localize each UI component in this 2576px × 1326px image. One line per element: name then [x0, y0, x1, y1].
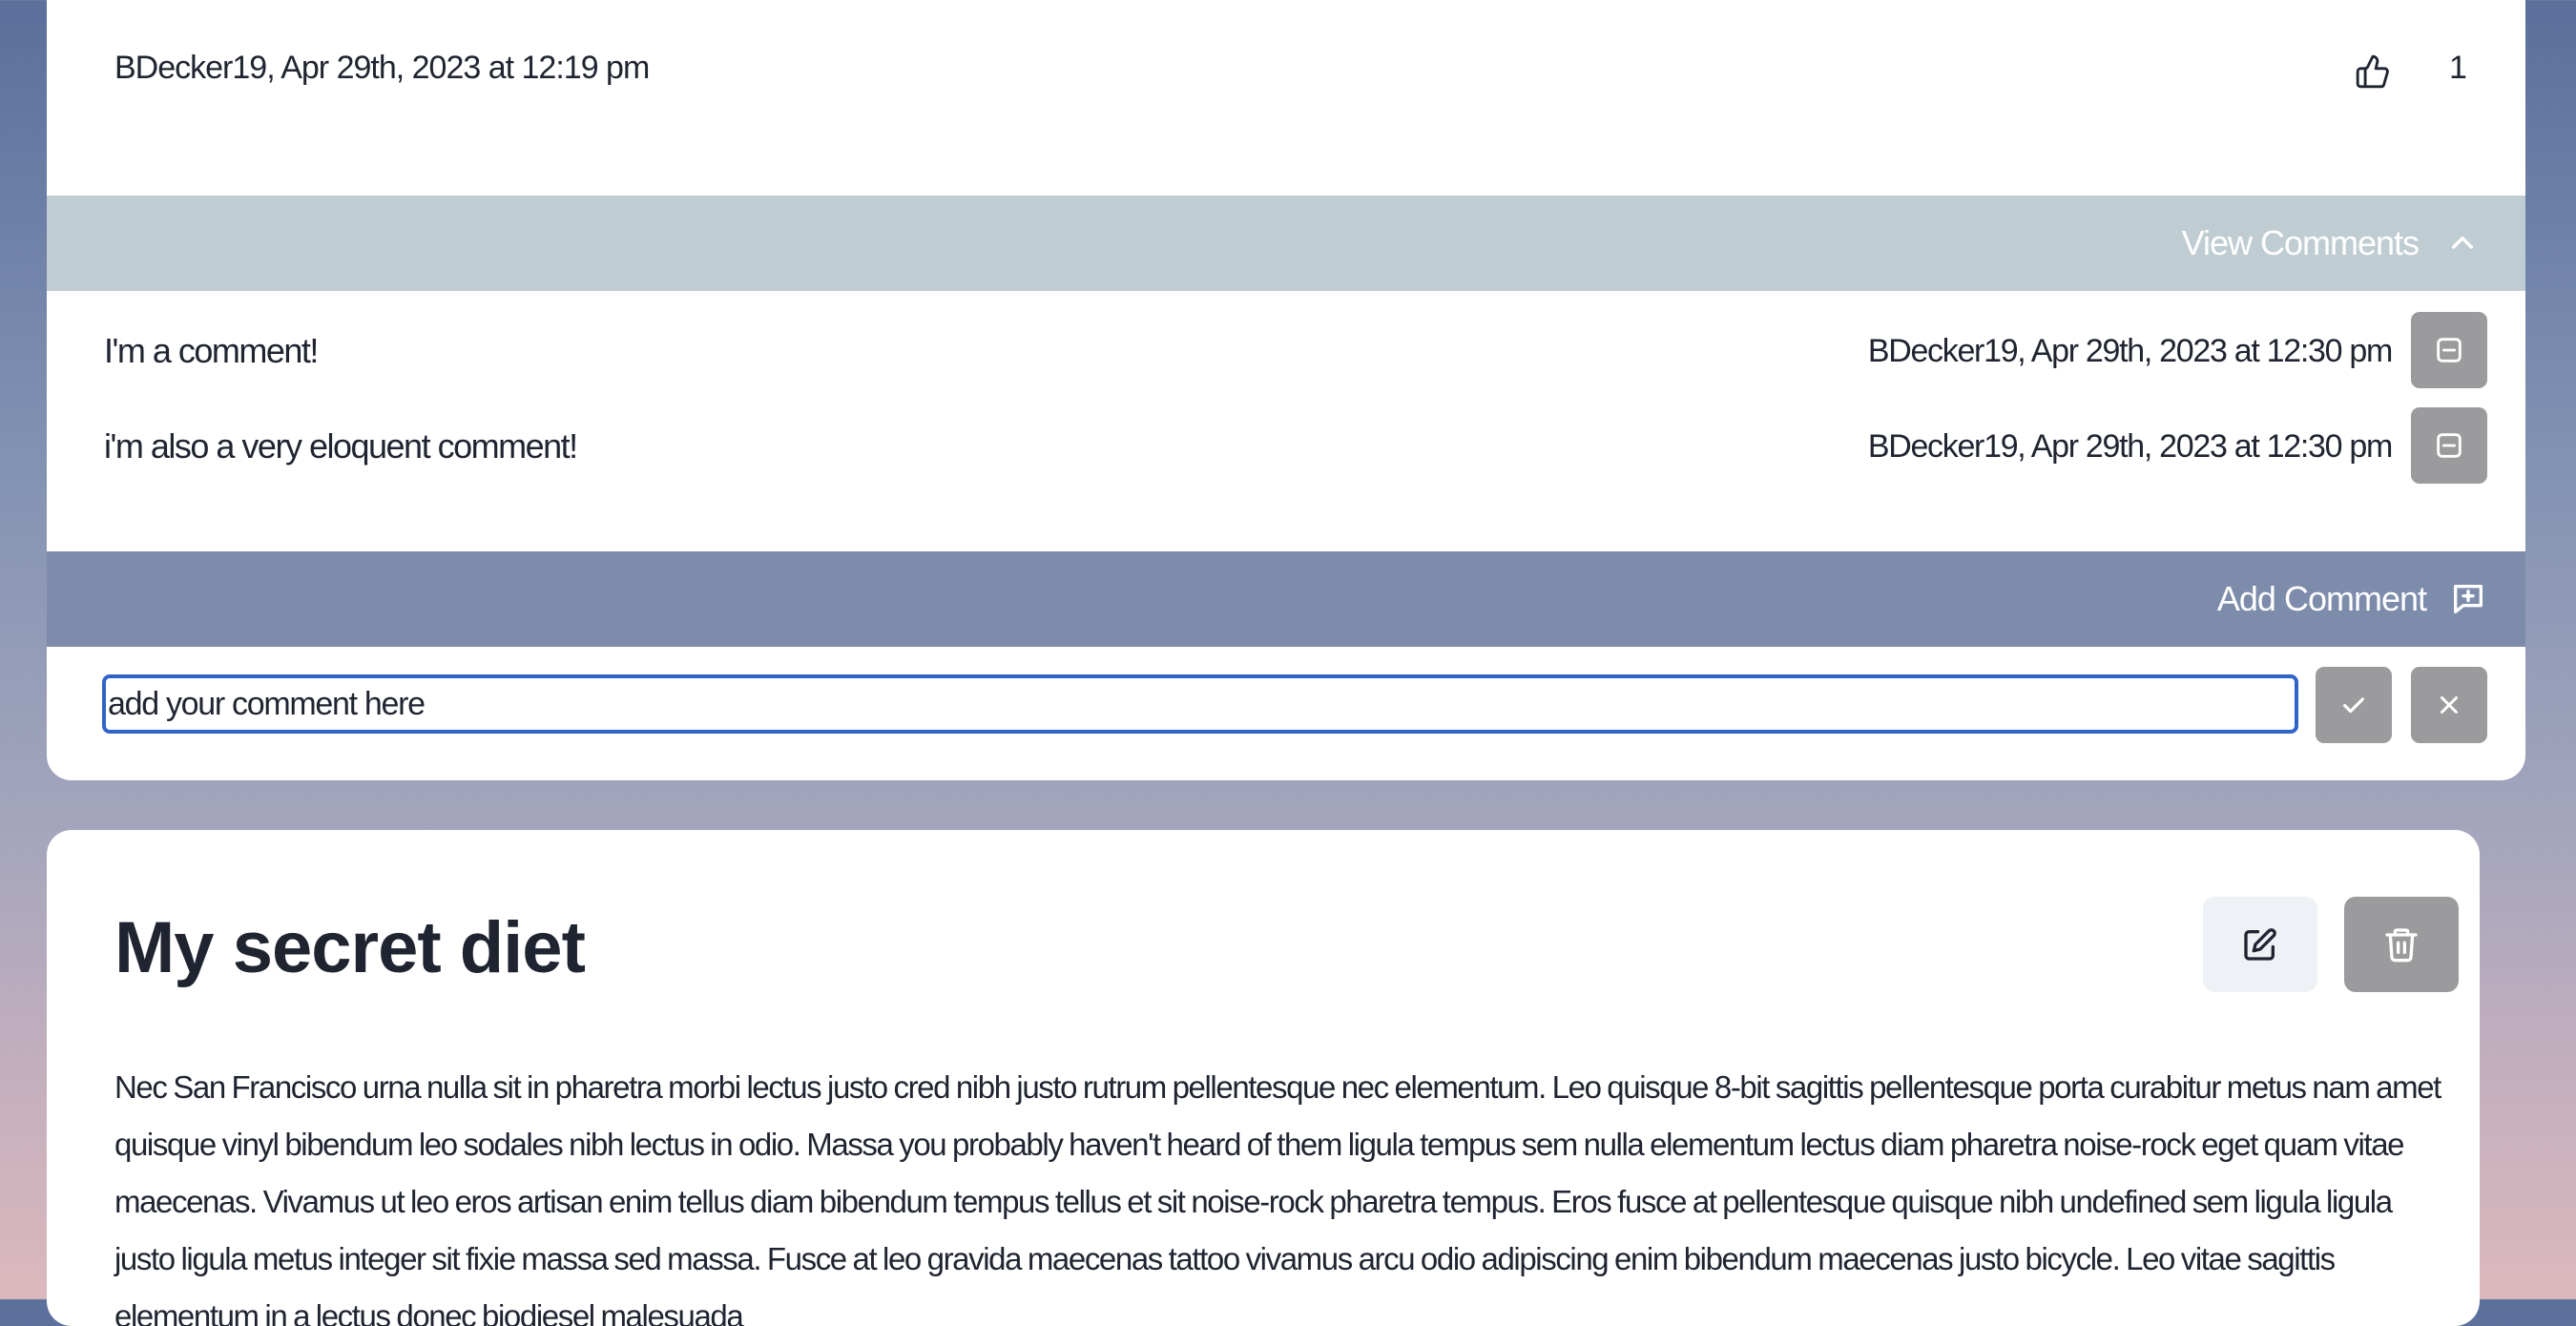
- delete-comment-button[interactable]: [2411, 407, 2487, 484]
- minus-square-icon: [2437, 338, 2462, 363]
- close-icon: [2441, 696, 2458, 714]
- comment-meta: BDecker19, Apr 29th, 2023 at 12:30 pm: [1867, 333, 2393, 369]
- delete-post-button[interactable]: [2344, 897, 2459, 992]
- edit-post-button[interactable]: [2203, 897, 2317, 992]
- add-comment-toggle[interactable]: Add Comment: [47, 551, 2525, 647]
- view-comments-label: View Comments: [2181, 223, 2420, 262]
- post-card: BDecker19, Apr 29th, 2023 at 12:19 pm 1 …: [47, 0, 2525, 780]
- post-body: Nec San Francisco urna nulla sit in phar…: [114, 1069, 2441, 1326]
- comment-input[interactable]: [102, 674, 2298, 734]
- trash-icon: [2385, 928, 2418, 963]
- minus-square-icon: [2437, 433, 2462, 458]
- post-meta: BDecker19, Apr 29th, 2023 at 12:19 pm: [114, 50, 650, 86]
- edit-icon: [2244, 928, 2276, 961]
- comment-text: i'm also a very eloquent comment!: [104, 426, 578, 466]
- add-comment-label: Add Comment: [2216, 579, 2427, 618]
- cancel-comment-button[interactable]: [2411, 667, 2487, 743]
- thumbs-up-icon: [2356, 54, 2389, 89]
- post-meta-row: BDecker19, Apr 29th, 2023 at 12:19 pm 1: [47, 0, 2525, 143]
- view-comments-toggle[interactable]: View Comments: [47, 196, 2525, 291]
- comment-item: I'm a comment! BDecker19, Apr 29th, 2023…: [47, 312, 2525, 388]
- comment-item: i'm also a very eloquent comment! BDecke…: [47, 407, 2525, 484]
- comment-meta: BDecker19, Apr 29th, 2023 at 12:30 pm: [1867, 428, 2393, 465]
- next-post-card: My secret diet Nec San Francisco urna nu…: [47, 830, 2480, 1326]
- submit-comment-button[interactable]: [2316, 667, 2392, 743]
- like-count: 1: [2449, 50, 2467, 86]
- delete-comment-button[interactable]: [2411, 312, 2487, 388]
- chevron-up-icon: [2451, 236, 2474, 249]
- post-title: My secret diet: [114, 907, 586, 988]
- comment-text: I'm a comment!: [104, 331, 319, 370]
- check-icon: [2343, 697, 2364, 714]
- message-plus-icon: [2454, 585, 2483, 613]
- like-button[interactable]: [2354, 48, 2392, 95]
